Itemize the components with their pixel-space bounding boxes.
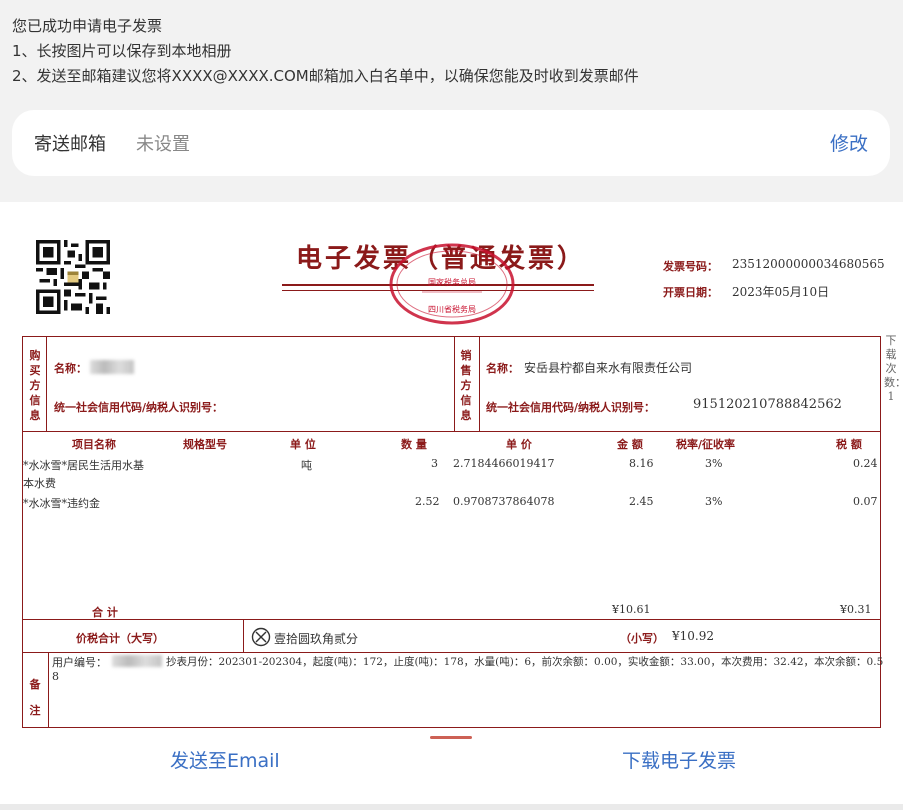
seal-top-text: 国家税务总局 — [428, 277, 476, 287]
grand-total-label: 价税合计（大写） — [76, 632, 164, 645]
item-name-cont: 本水费 — [23, 477, 56, 490]
grid-line — [243, 619, 244, 652]
header-unit: 单 位 — [290, 438, 316, 451]
grid-line — [454, 336, 455, 431]
seller-name-label: 名称： — [486, 362, 519, 375]
total-label: 合 计 — [92, 606, 118, 619]
download-invoice-button[interactable]: 下载电子发票 — [622, 746, 736, 773]
item-qty: 3 — [431, 457, 438, 470]
header-spec: 规格型号 — [183, 438, 227, 451]
item-rate: 3% — [705, 457, 723, 470]
header-rate: 税率/征收率 — [676, 438, 736, 451]
qr-code-icon — [36, 240, 110, 314]
seller-tax-label: 统一社会信用代码/纳税人识别号： — [486, 401, 656, 414]
grid-line — [22, 619, 881, 620]
grid-line — [22, 431, 881, 432]
email-label: 寄送邮箱 — [34, 134, 106, 155]
grid-line — [46, 336, 47, 431]
grand-total-words: 壹拾圆玖角贰分 — [274, 632, 359, 646]
page-indicator — [430, 736, 472, 739]
user-id-redacted — [112, 655, 162, 667]
header-price: 单 价 — [506, 438, 532, 451]
total-amount: ¥10.61 — [612, 603, 651, 616]
email-value: 未设置 — [136, 134, 190, 155]
remarks-text: 抄表月份：202301-202304，起度(吨)：172，止度(吨)：178，水… — [166, 656, 884, 668]
item-name: *水冰雪*违约金 — [23, 497, 100, 510]
item-amount: 8.16 — [629, 457, 654, 470]
buyer-tax-label: 统一社会信用代码/纳税人识别号： — [54, 401, 224, 414]
cross-circle-icon — [251, 627, 271, 647]
item-tax: 0.24 — [853, 457, 878, 470]
remarks-user-label: 用户编号： — [52, 656, 107, 669]
notice-line-save: 1、长按图片可以保存到本地相册 — [12, 42, 232, 60]
item-name: *水冰雪*居民生活用水基 — [23, 459, 144, 472]
header-qty: 数 量 — [401, 438, 427, 451]
item-amount: 2.45 — [629, 495, 654, 508]
invoice-date-label: 开票日期： — [663, 286, 718, 299]
grid-line — [48, 652, 49, 728]
tax-seal-icon: 国家税务总局 四川省税务局 — [389, 243, 515, 325]
total-tax: ¥0.31 — [840, 603, 872, 616]
invoice-number: 23512000000034680565 — [732, 257, 885, 271]
seller-tax-id: 915120210788842562 — [693, 397, 842, 412]
header-tax: 税 额 — [836, 438, 862, 451]
seller-section-label: 销售方信息 — [460, 349, 472, 422]
item-qty: 2.52 — [415, 495, 440, 508]
footer-strip — [0, 804, 903, 810]
buyer-name-redacted — [90, 360, 134, 374]
download-count: 下载次数：1 — [884, 334, 903, 403]
remarks-label: 备注 — [29, 678, 41, 717]
item-unit: 吨 — [301, 459, 312, 472]
buyer-section-label: 购买方信息 — [29, 349, 41, 422]
seller-name: 安岳县柠都自来水有限责任公司 — [524, 361, 693, 375]
grid-line — [22, 652, 881, 653]
invoice-image[interactable]: 电子发票（普通发票） 国家税务总局 四川省税务局 发票号码： 235120000… — [0, 202, 903, 804]
grid-line — [479, 336, 480, 431]
invoice-number-label: 发票号码： — [663, 260, 718, 273]
edit-email-button[interactable]: 修改 — [830, 129, 868, 156]
item-price: 2.7184466019417 — [453, 457, 555, 470]
item-rate: 3% — [705, 495, 723, 508]
email-card: 寄送邮箱 未设置 修改 — [12, 110, 890, 176]
grand-small-label: （小写） — [620, 632, 664, 645]
item-price: 0.9708737864078 — [453, 495, 555, 508]
notice-line-success: 您已成功申请电子发票 — [12, 17, 163, 35]
send-email-button[interactable]: 发送至Email — [170, 746, 280, 773]
action-bar: 发送至Email 下载电子发票 — [0, 730, 903, 804]
header-amount: 金 额 — [617, 438, 643, 451]
notice-line-email: 2、发送至邮箱建议您将XXXX@XXXX.COM邮箱加入白名单中，以确保您能及时… — [12, 67, 639, 85]
buyer-name-label: 名称： — [54, 362, 87, 375]
invoice-date: 2023年05月10日 — [732, 285, 830, 299]
grand-total-small: ¥10.92 — [672, 629, 714, 643]
success-notice: 您已成功申请电子发票 1、长按图片可以保存到本地相册 2、发送至邮箱建议您将XX… — [12, 14, 639, 89]
header-item: 项目名称 — [72, 438, 116, 451]
invoice-grid — [22, 336, 881, 728]
item-tax: 0.07 — [853, 495, 878, 508]
seal-bottom-text: 四川省税务局 — [428, 304, 476, 314]
remarks-text-cont: 8 — [52, 670, 59, 683]
